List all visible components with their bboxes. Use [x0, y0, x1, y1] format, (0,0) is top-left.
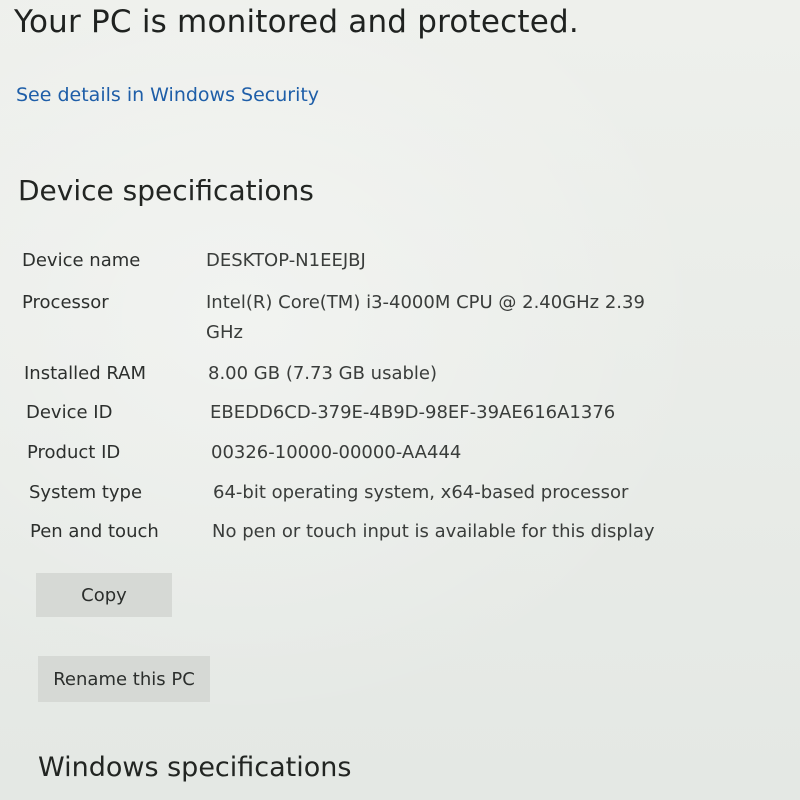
spec-label: System type — [29, 482, 143, 503]
spec-label: Product ID — [27, 442, 121, 463]
spec-value: 8.00 GB (7.73 GB usable) — [208, 363, 437, 384]
spec-value: No pen or touch input is available for t… — [212, 521, 655, 542]
protection-status-text: Your PC is monitored and protected. — [14, 4, 579, 40]
spec-label: Installed RAM — [24, 363, 147, 384]
spec-label: Device name — [22, 250, 141, 271]
copy-button[interactable]: Copy — [36, 573, 172, 617]
spec-label: Processor — [22, 292, 109, 313]
device-specifications-heading: Device specifications — [18, 174, 314, 207]
spec-label: Device ID — [26, 402, 113, 423]
spec-value: EBEDD6CD-379E-4B9D-98EF-39AE616A1376 — [210, 402, 616, 423]
spec-value: Intel(R) Core(TM) i3-4000M CPU @ 2.40GHz… — [206, 292, 645, 313]
about-page: Your PC is monitored and protected. See … — [0, 0, 800, 800]
rename-pc-button[interactable]: Rename this PC — [38, 656, 210, 702]
windows-specifications-heading: Windows specifications — [38, 752, 352, 783]
spec-value: 00326-10000-00000-AA444 — [211, 442, 462, 463]
spec-label: Pen and touch — [30, 521, 159, 542]
spec-value: 64-bit operating system, x64-based proce… — [213, 482, 629, 503]
spec-value: DESKTOP-N1EEJBJ — [206, 250, 366, 271]
windows-security-link[interactable]: See details in Windows Security — [16, 84, 319, 106]
spec-value-continued: GHz — [206, 322, 243, 343]
